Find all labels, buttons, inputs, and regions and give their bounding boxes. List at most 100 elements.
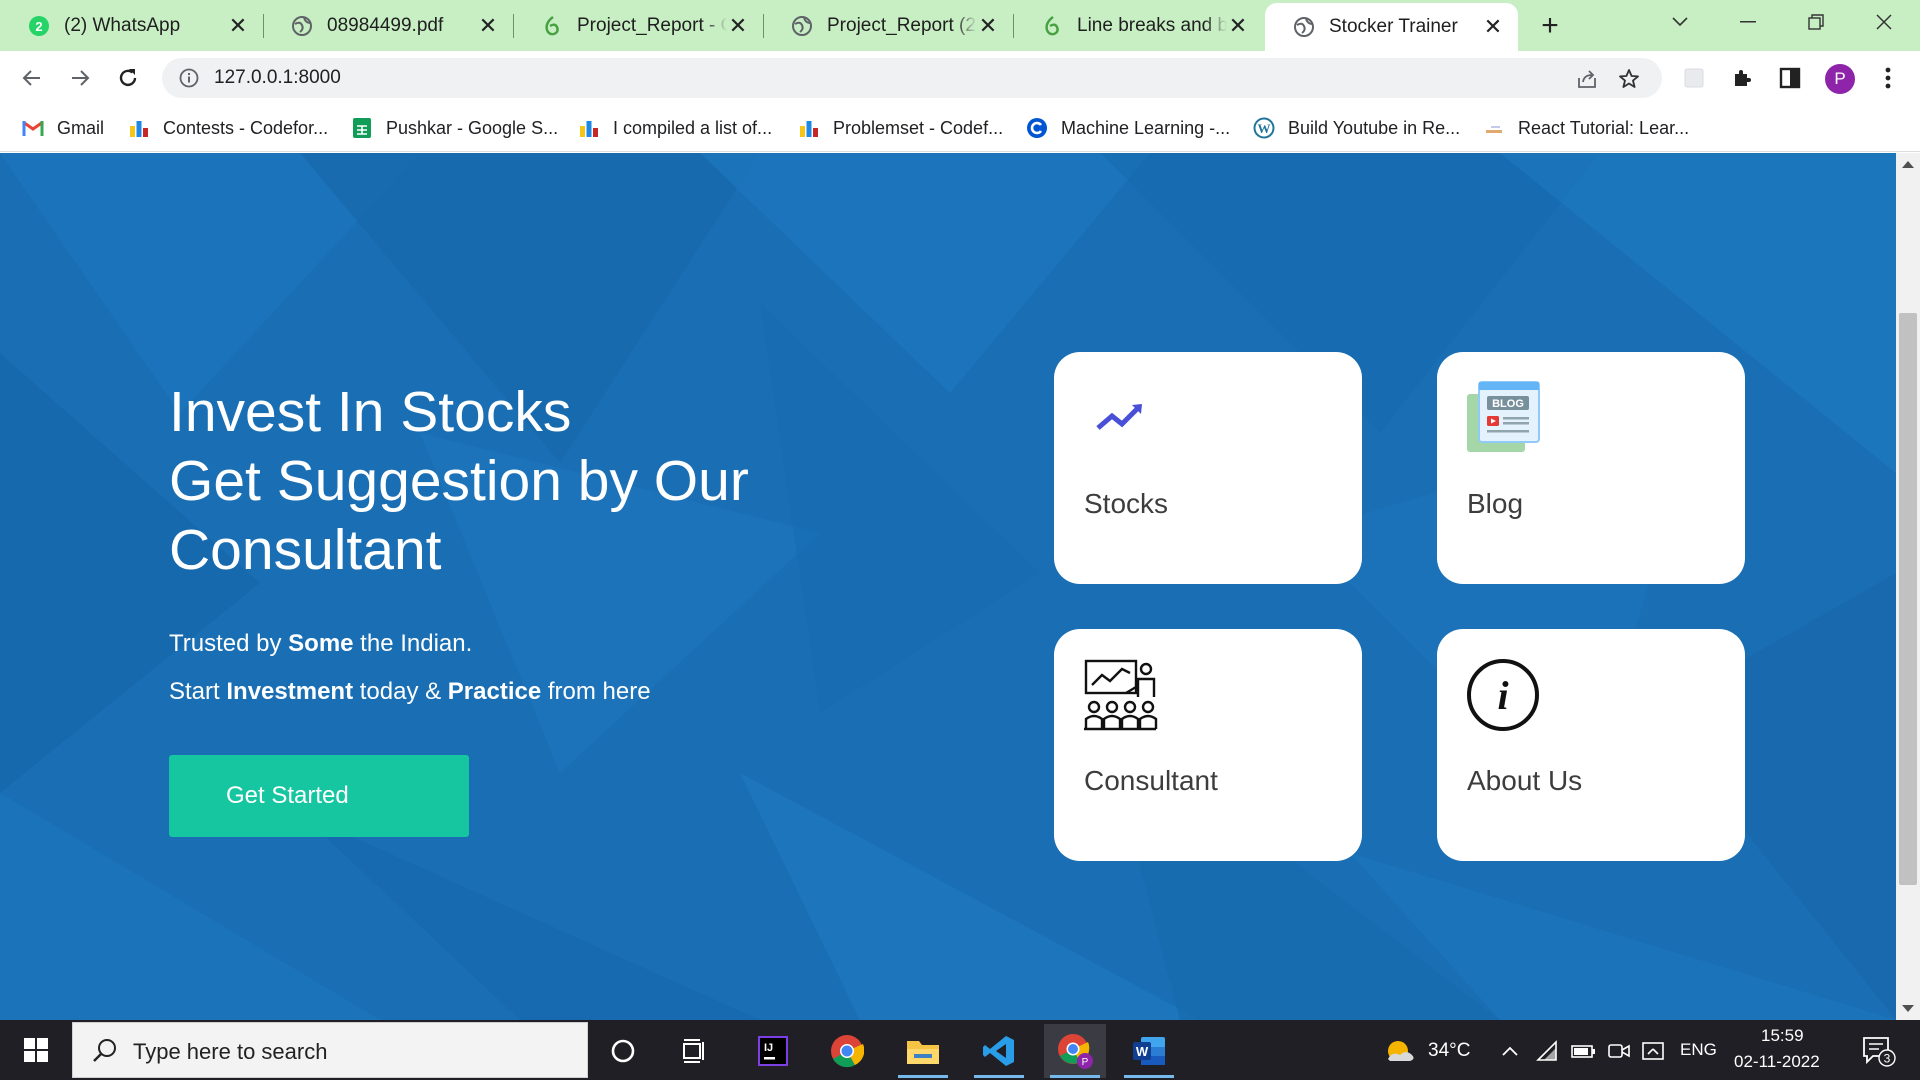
cortana-icon[interactable] [592,1024,654,1078]
input-language[interactable]: ENG [1680,1040,1717,1060]
coursera-icon [1026,117,1048,139]
close-tab-icon[interactable]: ✕ [727,13,749,38]
chrome-icon[interactable] [816,1024,878,1078]
globe-icon [791,15,813,37]
bookmark-label: Problemset - Codef... [833,117,1004,138]
bookmark-gmail[interactable]: Gmail [22,113,104,143]
weather-temperature[interactable]: 34°C [1428,1040,1470,1062]
bookmark-google-sheets[interactable]: Pushkar - Google S... [351,113,558,143]
bookmark-build-youtube[interactable]: W Build Youtube in Re... [1253,113,1460,143]
get-started-button[interactable]: Get Started [169,755,469,837]
bookmark-label: I compiled a list of... [613,117,773,138]
text-bold: Some [288,630,354,657]
card-stocks[interactable]: Stocks [1054,352,1362,584]
profile-avatar[interactable]: P [1825,64,1855,94]
tab-title: Project_Report (2).pdf [827,14,977,36]
address-bar[interactable]: 127.0.0.1:8000 [162,58,1662,98]
minimize-icon[interactable] [1720,0,1776,44]
codeforces-icon [128,117,150,139]
bookmark-label: Pushkar - Google S... [386,117,559,138]
back-button[interactable] [12,58,52,98]
globe-icon [1293,16,1315,38]
close-tab-icon[interactable]: ✕ [477,13,499,38]
meet-now-icon[interactable] [1602,1024,1636,1078]
svg-text:IJ: IJ [764,1042,773,1054]
bookmark-react-tutorial[interactable]: React Tutorial: Lear... [1483,113,1689,143]
page-scrollbar[interactable] [1896,153,1920,1020]
extensions-puzzle-icon[interactable] [1726,62,1758,94]
taskbar-search-box[interactable]: Type here to search [72,1022,588,1078]
close-tab-icon[interactable]: ✕ [1482,14,1504,39]
hero-title: Invest In Stocks Get Suggestion by Our C… [169,378,869,585]
url-text[interactable]: 127.0.0.1:8000 [214,67,341,89]
background-pattern [0,153,1896,1020]
info-icon: i [1465,657,1541,733]
tab-overleaf-linebreaks[interactable]: Line breaks and blank spaces ✕ [1013,0,1263,51]
close-tab-icon[interactable]: ✕ [977,13,999,38]
bookmark-star-icon[interactable] [1616,66,1642,92]
scrollbar-thumb[interactable] [1899,313,1917,885]
restore-icon[interactable] [1788,0,1844,44]
tab-whatsapp[interactable]: 2 (2) WhatsApp ✕ [0,0,263,51]
intellij-icon[interactable]: IJ [742,1024,804,1078]
tab-title: (2) WhatsApp [64,14,181,36]
bookmark-contests-codeforces[interactable]: Contests - Codefor... [128,113,328,143]
tab-title: Project_Report - Online LaTeX Editor [577,14,727,36]
clock-time[interactable]: 15:59 [1761,1026,1804,1046]
tab-title: 08984499.pdf [327,14,444,36]
tab-search-icon[interactable] [1652,0,1708,44]
tab-pdf[interactable]: 08984499.pdf ✕ [263,0,513,51]
word-icon[interactable]: W [1118,1024,1180,1078]
close-tab-icon[interactable]: ✕ [227,13,249,38]
sheets-icon [351,117,373,139]
tab-title: Line breaks and blank spaces [1077,14,1227,36]
scroll-down-arrow[interactable] [1902,1005,1914,1012]
hero-tagline-start: Start Investment today & Practice from h… [169,678,651,706]
globe-icon [291,15,313,37]
windows-taskbar: Type here to search IJ P W 34°C ENG 15:5… [0,1020,1920,1080]
notifications-icon[interactable]: 3 [1854,1024,1904,1078]
share-icon[interactable] [1574,66,1600,92]
task-view-icon[interactable] [664,1024,726,1078]
svg-text:3: 3 [1884,1052,1891,1066]
windows-start-icon[interactable] [12,1034,60,1066]
tab-project-pdf[interactable]: Project_Report (2).pdf ✕ [763,0,1013,51]
close-window-icon[interactable] [1856,0,1912,44]
svg-text:BLOG: BLOG [1492,398,1524,410]
show-hidden-icons-chevron[interactable] [1495,1024,1525,1078]
wifi-icon[interactable] [1530,1024,1566,1078]
volume-display-icon[interactable] [1636,1024,1672,1078]
bookmark-machine-learning[interactable]: Machine Learning -... [1026,113,1230,143]
file-explorer-icon[interactable] [892,1024,954,1078]
extension-icon[interactable] [1678,62,1710,94]
chrome-profile-icon[interactable]: P [1044,1024,1106,1078]
hero-title-line: Consultant [169,518,442,582]
tab-stocker-trainer[interactable]: Stocker Trainer ✕ [1265,3,1518,51]
battery-icon[interactable] [1566,1024,1602,1078]
close-tab-icon[interactable]: ✕ [1227,13,1249,38]
site-info-icon[interactable] [178,67,200,89]
reload-button[interactable] [108,58,148,98]
bookmark-label: Gmail [57,117,105,138]
search-icon [91,1037,119,1065]
card-about-us[interactable]: i About Us [1437,629,1745,861]
consultant-presentation-icon [1082,657,1158,733]
forward-button[interactable] [60,58,100,98]
svg-text:i: i [1497,673,1508,718]
text: the Indian. [353,630,473,657]
scroll-up-arrow[interactable] [1902,161,1914,168]
weather-icon[interactable] [1380,1024,1420,1078]
svg-text:2: 2 [35,19,42,34]
tab-overleaf-report[interactable]: Project_Report - Online LaTeX Editor ✕ [513,0,763,51]
vscode-icon[interactable] [968,1024,1030,1078]
side-panel-icon[interactable] [1774,62,1806,94]
clock-date[interactable]: 02-11-2022 [1734,1052,1820,1072]
card-consultant[interactable]: Consultant [1054,629,1362,861]
bookmark-compiled-list[interactable]: I compiled a list of... [578,113,772,143]
codeforces-icon [798,117,820,139]
page-viewport: Invest In Stocks Get Suggestion by Our C… [0,153,1896,1020]
new-tab-button[interactable]: + [1532,8,1568,44]
menu-kebab-icon[interactable] [1872,62,1904,94]
bookmark-problemset[interactable]: Problemset - Codef... [798,113,1003,143]
card-blog[interactable]: BLOG Blog [1437,352,1745,584]
